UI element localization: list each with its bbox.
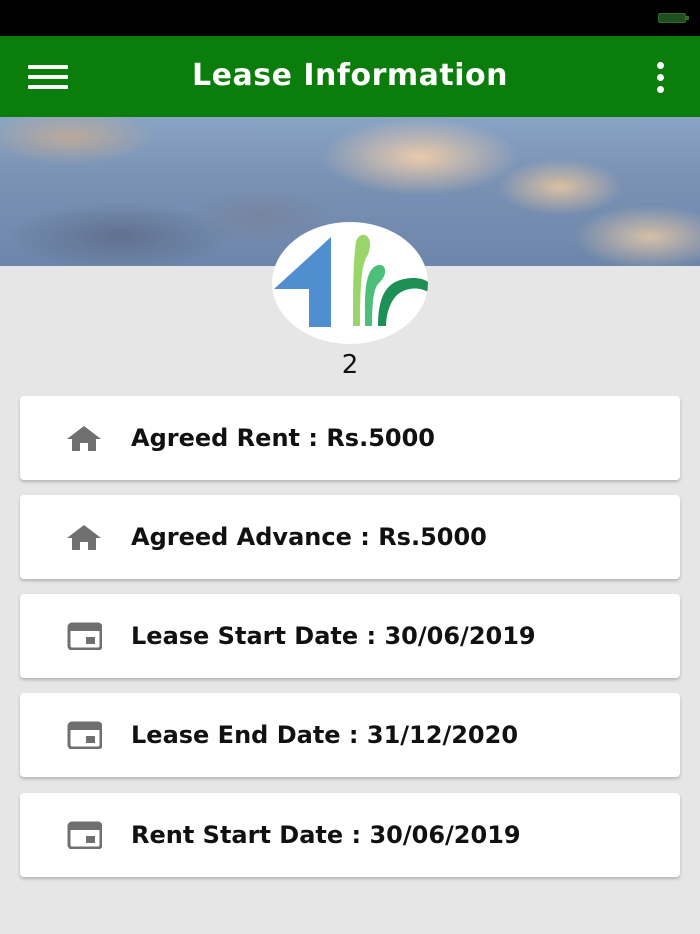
page-title: Lease Information <box>192 58 508 93</box>
app-logo <box>272 222 428 344</box>
calendar-icon <box>67 821 102 849</box>
separator: : <box>358 622 385 650</box>
status-bar <box>0 0 700 36</box>
item-label: Agreed Rent <box>131 424 300 452</box>
home-icon <box>67 426 101 451</box>
rent-start-date-text: Rent Start Date : 30/06/2019 <box>131 821 521 849</box>
rent-start-date-card: Rent Start Date : 30/06/2019 <box>20 793 680 877</box>
profile-number: 2 <box>341 350 359 380</box>
dot <box>656 85 664 93</box>
separator: : <box>300 424 327 452</box>
item-label: Lease End Date <box>131 721 341 749</box>
lease-end-date-card: Lease End Date : 31/12/2020 <box>20 693 680 777</box>
lease-start-date-card: Lease Start Date : 30/06/2019 <box>20 594 680 678</box>
item-label: Lease Start Date <box>131 622 359 650</box>
item-label: Rent Start Date <box>131 821 344 849</box>
item-value: 31/12/2020 <box>366 721 519 749</box>
calendar-icon <box>67 622 102 650</box>
overflow-menu-button[interactable] <box>648 60 672 94</box>
separator: : <box>343 821 370 849</box>
agreed-advance-text: Agreed Advance : Rs.5000 <box>131 523 487 551</box>
lease-start-date-text: Lease Start Date : 30/06/2019 <box>131 622 536 650</box>
dot <box>656 73 664 81</box>
item-value: Rs.5000 <box>378 523 487 551</box>
item-value: Rs.5000 <box>326 424 435 452</box>
agreed-rent-text: Agreed Rent : Rs.5000 <box>131 424 435 452</box>
lease-end-date-text: Lease End Date : 31/12/2020 <box>131 721 518 749</box>
item-label: Agreed Advance <box>131 523 352 551</box>
dot <box>656 61 664 69</box>
separator: : <box>351 523 379 551</box>
item-value: 30/06/2019 <box>384 622 536 650</box>
agreed-advance-card: Agreed Advance : Rs.5000 <box>20 495 680 579</box>
agreed-rent-card: Agreed Rent : Rs.5000 <box>20 396 680 480</box>
app-bar: Lease Information <box>0 36 700 117</box>
battery-icon <box>658 13 689 23</box>
calendar-icon <box>67 721 102 749</box>
home-icon <box>67 525 101 550</box>
separator: : <box>340 721 367 749</box>
item-value: 30/06/2019 <box>369 821 521 849</box>
